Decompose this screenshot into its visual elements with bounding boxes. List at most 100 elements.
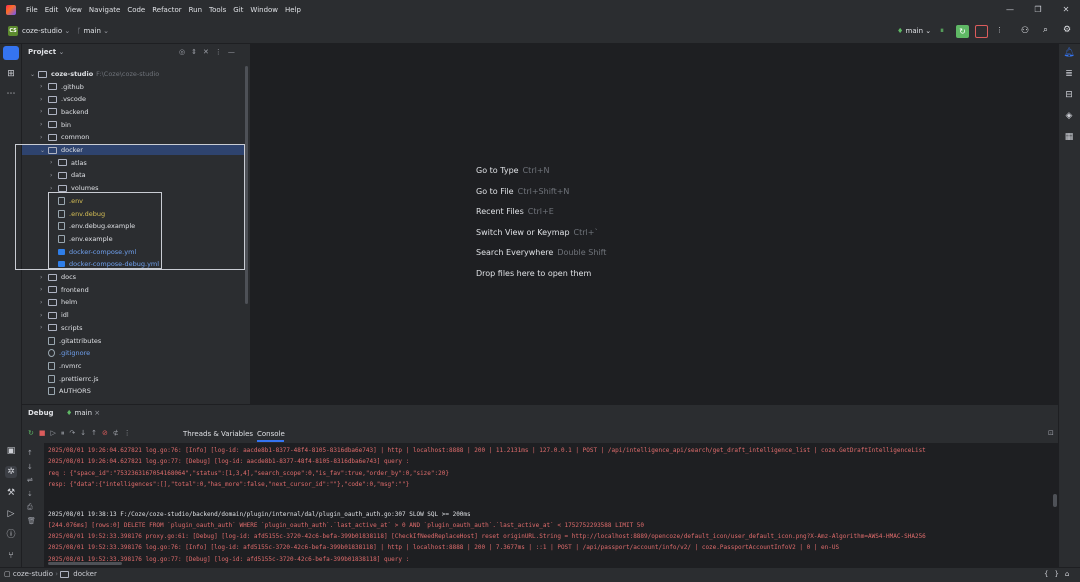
chevron-right-icon[interactable]: › — [40, 108, 48, 115]
rerun-icon[interactable]: ↻ — [956, 25, 969, 38]
copilot-icon[interactable]: ▦ — [1063, 131, 1075, 143]
services-icon[interactable]: ⚒ — [5, 487, 17, 499]
problems-icon[interactable]: ⓘ — [5, 529, 17, 541]
debug-more-icon[interactable]: ⋮ — [124, 429, 136, 437]
database-icon[interactable]: ≣ — [1063, 68, 1075, 80]
tree-item[interactable]: › idl — [40, 309, 69, 321]
tree-item[interactable]: › common — [40, 131, 89, 143]
minimize-icon[interactable]: — — [996, 0, 1024, 20]
maximize-icon[interactable]: ❐ — [1024, 0, 1052, 20]
chevron-right-icon[interactable]: › — [40, 96, 48, 103]
chevron-right-icon[interactable]: › — [40, 324, 48, 331]
lock-icon[interactable]: ⌂ — [1065, 570, 1075, 578]
chevron-right-icon[interactable]: › — [40, 134, 48, 141]
branch-selector[interactable]: ᚴ main ⌄ — [77, 27, 109, 35]
print-icon[interactable]: ⎙ — [27, 501, 36, 515]
tab-threads-variables[interactable]: Threads & Variables — [183, 430, 253, 438]
chevron-right-icon[interactable]: › — [40, 83, 48, 90]
soft-wrap-icon[interactable]: ⇌ — [27, 474, 36, 488]
close-tab-icon[interactable]: × — [94, 409, 100, 417]
tree-item[interactable]: › docs — [40, 271, 76, 283]
tab-console[interactable]: Console — [257, 430, 285, 438]
gear-icon[interactable]: ⚙ — [1063, 25, 1071, 35]
expand-icon[interactable]: ⇕ — [191, 48, 203, 56]
hide-icon[interactable]: — — [228, 48, 241, 56]
step-over-icon[interactable]: ↷ — [69, 429, 80, 437]
menu-item-edit[interactable]: Edit — [45, 6, 59, 14]
close-icon[interactable]: ✕ — [1052, 0, 1080, 20]
project-selector[interactable]: coze-studio ⌄ — [22, 27, 70, 35]
panel-actions[interactable]: ◎⇕✕⋮— — [179, 48, 241, 56]
chevron-right-icon[interactable]: › — [40, 312, 48, 319]
menu-item-refactor[interactable]: Refactor — [152, 6, 181, 14]
clear-icon[interactable]: 🗑︎ — [27, 515, 36, 529]
tree-item[interactable]: › bin — [40, 119, 71, 131]
add-user-icon[interactable]: ⚇ — [1021, 26, 1029, 36]
more-tools-icon[interactable]: ⋯ — [5, 88, 17, 100]
ai-assistant-icon[interactable]: ◈ — [1063, 110, 1075, 122]
git-icon[interactable]: ⑂ — [5, 550, 17, 562]
tree-item[interactable]: › helm — [40, 296, 77, 308]
chevron-right-icon[interactable]: › — [40, 286, 48, 293]
step-out-icon[interactable]: ↑ — [91, 429, 102, 437]
more-icon[interactable]: ⋮ — [996, 26, 1003, 34]
build-icon[interactable]: ⏸ — [940, 26, 950, 36]
scroll-end-icon[interactable]: ⇣ — [27, 488, 36, 502]
panel-more-icon[interactable]: ⋮ — [215, 48, 228, 56]
stop-button[interactable] — [975, 25, 988, 38]
tree-root[interactable]: ⌄ coze-studio F:\Coze\coze-studio — [30, 68, 159, 80]
tree-item[interactable]: .gitattributes — [40, 335, 101, 347]
tree-item[interactable]: › backend — [40, 106, 88, 118]
menu-item-view[interactable]: View — [65, 6, 82, 14]
locate-icon[interactable]: ◎ — [179, 48, 191, 56]
terminal-icon[interactable]: ▣ — [5, 445, 17, 457]
project-badge[interactable]: CS — [8, 26, 18, 36]
tree-scrollbar[interactable] — [245, 66, 248, 304]
menu-item-tools[interactable]: Tools — [209, 6, 226, 14]
tree-item[interactable]: › scripts — [40, 322, 83, 334]
tree-item[interactable]: › .vscode — [40, 93, 86, 105]
project-panel-title[interactable]: Project ⌄ — [28, 48, 64, 56]
run-config-selector[interactable]: ♦ main ⌄ — [897, 27, 931, 35]
resume-icon[interactable]: ▷ — [51, 429, 61, 437]
project-tool-icon[interactable] — [3, 46, 19, 60]
tree-item[interactable]: › frontend — [40, 284, 89, 296]
chevron-right-icon[interactable]: › — [40, 299, 48, 306]
menu-item-navigate[interactable]: Navigate — [89, 6, 120, 14]
console-scrollbar[interactable] — [1053, 494, 1057, 507]
tree-item[interactable]: › .github — [40, 81, 84, 93]
breadcrumb-project[interactable]: coze-studio — [13, 570, 53, 578]
menu-item-help[interactable]: Help — [285, 6, 301, 14]
step-into-icon[interactable]: ↓ — [80, 429, 91, 437]
breadcrumb-folder[interactable]: docker — [73, 570, 97, 578]
editor-empty-area[interactable] — [251, 44, 1058, 404]
menu-item-run[interactable]: Run — [189, 6, 202, 14]
breakpoints-icon[interactable]: ⊘ — [102, 429, 113, 437]
debug-session-tab[interactable]: ♦ main × — [66, 409, 100, 417]
search-icon[interactable]: ⌕ — [1043, 25, 1048, 35]
arrow-up-icon[interactable]: ↑ — [27, 447, 36, 461]
menu-item-git[interactable]: Git — [233, 6, 243, 14]
layout-icon[interactable]: ⊡ — [1048, 429, 1054, 437]
stop-icon[interactable]: ■ — [39, 429, 51, 437]
rerun-icon[interactable]: ↻ — [28, 429, 39, 437]
menu-item-window[interactable]: Window — [250, 6, 278, 14]
chevron-right-icon[interactable]: › — [40, 274, 48, 281]
structure-icon[interactable]: ⊞ — [5, 68, 17, 80]
tree-item[interactable]: .prettierrc.js — [40, 373, 99, 385]
chevron-right-icon[interactable]: › — [40, 121, 48, 128]
collapse-icon[interactable]: ✕ — [203, 48, 215, 56]
debug-tool-icon[interactable]: ✲ — [5, 466, 17, 478]
endpoints-icon[interactable]: ⊟ — [1063, 89, 1075, 101]
tree-item[interactable]: .gitignore — [40, 347, 90, 359]
brackets-icon[interactable]: {} — [1044, 570, 1065, 578]
notifications-icon[interactable]: 🔔︎ — [1063, 47, 1075, 59]
arrow-down-icon[interactable]: ↓ — [27, 461, 36, 475]
run-tool-icon[interactable]: ▷ — [5, 508, 17, 520]
tree-item[interactable]: .nvmrc — [40, 360, 81, 372]
menu-item-code[interactable]: Code — [127, 6, 145, 14]
console-hscrollbar[interactable] — [48, 562, 122, 565]
mute-breakpoints-icon[interactable]: ⊄ — [113, 429, 124, 437]
menu-item-file[interactable]: File — [26, 6, 38, 14]
tree-item[interactable]: AUTHORS — [40, 385, 91, 397]
